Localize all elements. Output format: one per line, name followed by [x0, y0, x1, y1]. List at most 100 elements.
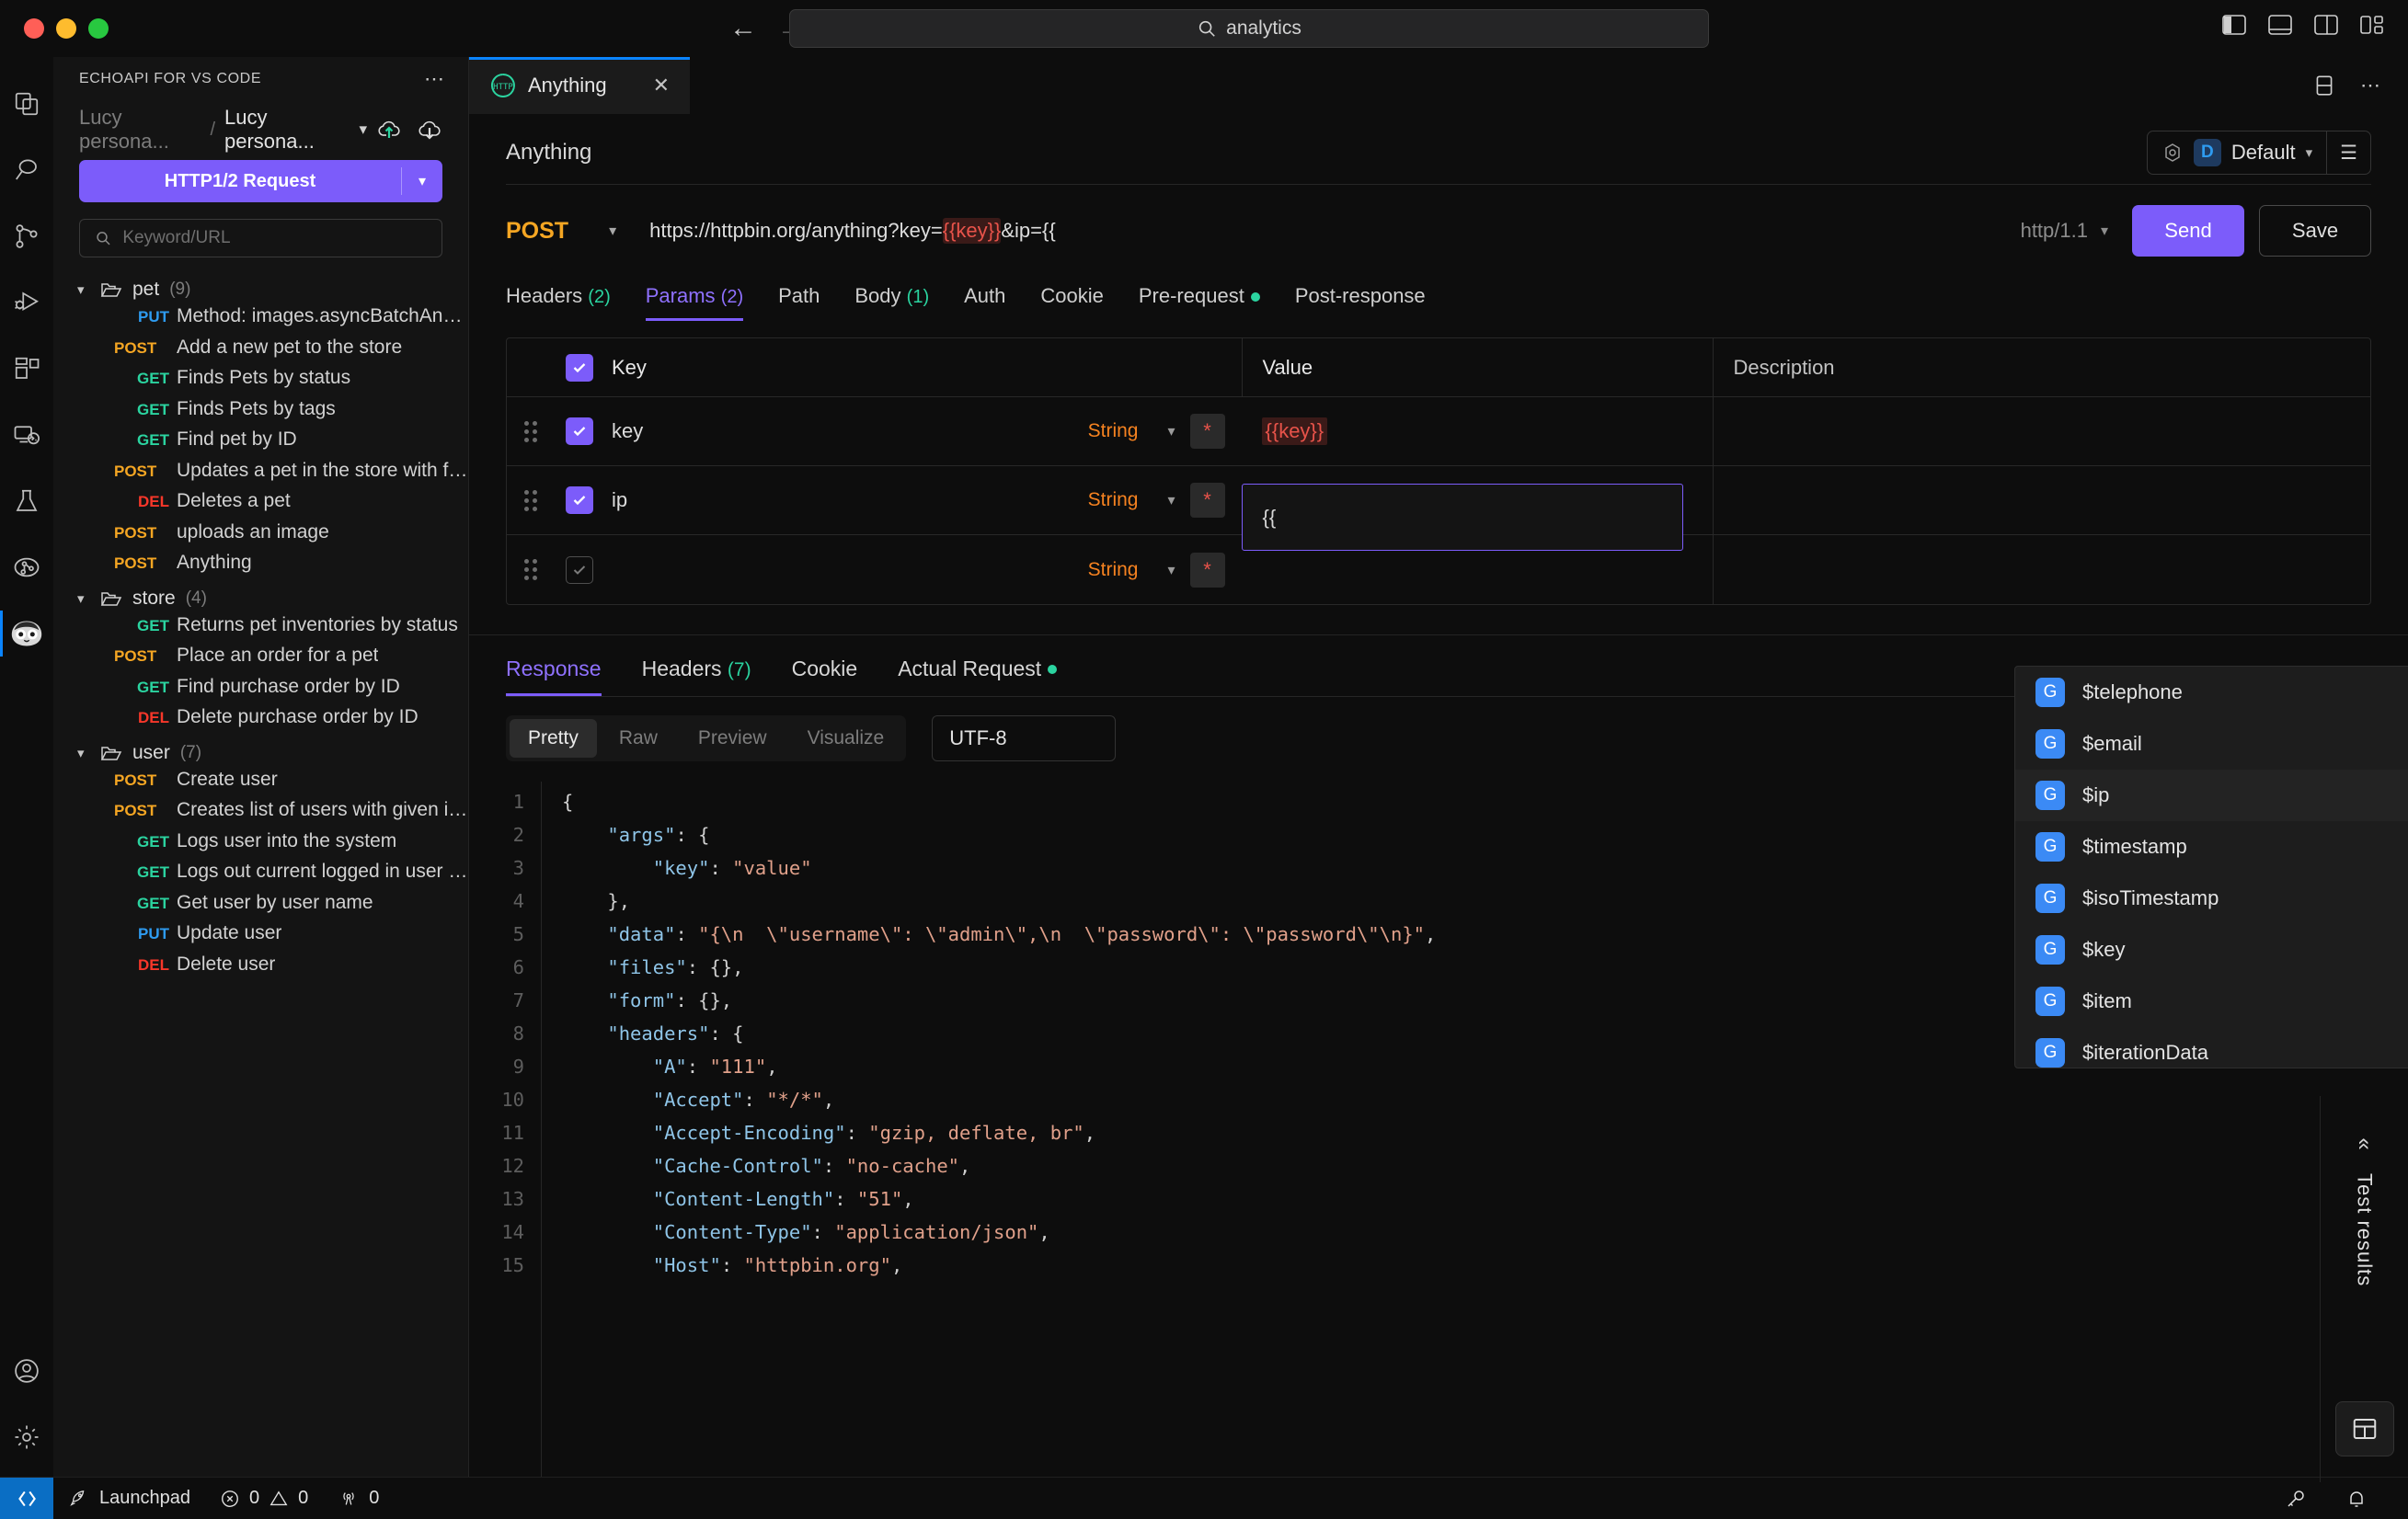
- request-item[interactable]: PUT Update user: [53, 922, 468, 954]
- variable-autocomplete-popup[interactable]: G $telephone G $email G $ip G $timestamp G $isoTi…: [2014, 666, 2408, 1068]
- request-item[interactable]: GET Find pet by ID: [53, 428, 468, 460]
- request-item[interactable]: DEL Delete purchase order by ID: [53, 706, 468, 737]
- remote-explorer-icon[interactable]: [0, 408, 53, 462]
- request-tab-path[interactable]: Path: [778, 284, 820, 321]
- request-item[interactable]: GET Logs out current logged in user sessi…: [53, 861, 468, 892]
- tab-anything[interactable]: HTTP Anything ✕: [469, 57, 690, 114]
- method-selector[interactable]: POST ▾: [506, 218, 629, 245]
- request-item[interactable]: GET Finds Pets by tags: [53, 398, 468, 429]
- environment-selector[interactable]: D Default ▾ ☰: [2146, 131, 2371, 175]
- more-actions-icon[interactable]: ⋯: [2360, 75, 2382, 96]
- explorer-icon[interactable]: [0, 77, 53, 131]
- view-mode-visualize[interactable]: Visualize: [789, 719, 903, 758]
- close-icon[interactable]: ✕: [653, 74, 670, 97]
- param-key[interactable]: ip: [604, 488, 627, 512]
- autocomplete-item[interactable]: G $item: [2015, 976, 2408, 1027]
- bell-icon[interactable]: [2331, 1478, 2382, 1519]
- request-tab-auth[interactable]: Auth: [964, 284, 1005, 321]
- breadcrumb-parent[interactable]: Lucy persona...: [79, 106, 201, 154]
- request-item[interactable]: DEL Delete user: [53, 954, 468, 985]
- save-button[interactable]: Save: [2259, 205, 2371, 257]
- request-item[interactable]: POST Anything: [53, 552, 468, 583]
- chevron-down-icon[interactable]: ▾: [2306, 144, 2313, 161]
- param-required-toggle[interactable]: *: [1189, 483, 1225, 518]
- request-item[interactable]: POST uploads an image: [53, 521, 468, 553]
- extensions-icon[interactable]: [0, 342, 53, 395]
- request-item[interactable]: GET Get user by user name: [53, 892, 468, 923]
- chevron-down-icon[interactable]: ▾: [2101, 222, 2108, 240]
- source-control-icon[interactable]: [0, 210, 53, 263]
- split-editor-icon[interactable]: [2312, 74, 2336, 97]
- view-mode-preview[interactable]: Preview: [680, 719, 785, 758]
- minimize-window-button[interactable]: [56, 18, 76, 39]
- new-http-request-button[interactable]: HTTP1/2 Request ▾: [79, 160, 442, 202]
- request-tab-cookie[interactable]: Cookie: [1040, 284, 1103, 321]
- chevron-down-icon[interactable]: ▾: [1167, 422, 1175, 440]
- customize-layout-icon[interactable]: [2358, 13, 2386, 37]
- drag-handle-icon[interactable]: [524, 489, 537, 511]
- request-item[interactable]: POST Updates a pet in the store with form…: [53, 460, 468, 491]
- drag-handle-icon[interactable]: [524, 559, 537, 580]
- request-item[interactable]: POST Creates list of users with given inp…: [53, 799, 468, 830]
- chevrons-collapse-icon[interactable]: «: [2351, 1137, 2377, 1149]
- testing-icon[interactable]: [0, 474, 53, 528]
- autocomplete-item[interactable]: G $ip: [2015, 770, 2408, 821]
- response-tab-headers[interactable]: Headers (7): [642, 657, 751, 696]
- remote-window-icon[interactable]: [0, 1477, 53, 1519]
- echoapi-owl-icon[interactable]: [0, 607, 53, 660]
- sidebar-search[interactable]: [79, 219, 442, 257]
- autocomplete-item[interactable]: G $timestamp: [2015, 821, 2408, 873]
- maximize-window-button[interactable]: [88, 18, 109, 39]
- request-tab-post-response[interactable]: Post-response: [1295, 284, 1426, 321]
- request-item[interactable]: GET Finds Pets by status: [53, 367, 468, 398]
- test-results-label[interactable]: Test results: [2353, 1173, 2377, 1286]
- param-value-input-active[interactable]: {{: [1241, 484, 1683, 551]
- request-item[interactable]: PUT Method: images.asyncBatchAnnotate: [53, 305, 468, 337]
- request-item[interactable]: POST Create user: [53, 769, 468, 800]
- cloud-upload-icon[interactable]: [376, 119, 402, 141]
- response-tab-cookie[interactable]: Cookie: [792, 657, 858, 696]
- folder-store[interactable]: ▾ store (4): [53, 583, 468, 614]
- search-icon[interactable]: [0, 143, 53, 197]
- send-button[interactable]: Send: [2132, 205, 2244, 257]
- param-required-toggle[interactable]: *: [1189, 414, 1225, 449]
- param-value[interactable]: {{key}}: [1261, 417, 1328, 445]
- chevron-down-icon[interactable]: ▾: [402, 172, 442, 190]
- request-tab-body[interactable]: Body (1): [854, 284, 929, 321]
- more-actions-icon[interactable]: ⋯: [424, 69, 446, 89]
- url-input[interactable]: https://httpbin.org/anything?key= {{key}}…: [629, 218, 2020, 244]
- key-icon[interactable]: [2270, 1478, 2322, 1519]
- response-tab-actual-request[interactable]: Actual Request: [898, 657, 1058, 696]
- search-input[interactable]: [122, 228, 427, 248]
- param-enabled-checkbox[interactable]: [566, 417, 593, 445]
- request-item[interactable]: GET Logs user into the system: [53, 830, 468, 862]
- request-tab-params[interactable]: Params (2): [645, 284, 744, 321]
- breadcrumb-current[interactable]: Lucy persona...: [224, 106, 346, 154]
- toggle-primary-sidebar-icon[interactable]: [2220, 13, 2248, 37]
- param-required-toggle[interactable]: *: [1189, 552, 1225, 588]
- autocomplete-item[interactable]: G $iterationData: [2015, 1027, 2408, 1068]
- folder-user[interactable]: ▾ user (7): [53, 737, 468, 769]
- param-key[interactable]: key: [604, 419, 643, 443]
- autocomplete-item[interactable]: G $key: [2015, 924, 2408, 976]
- view-mode-pretty[interactable]: Pretty: [510, 719, 597, 758]
- problems-status-item[interactable]: 0 0: [205, 1478, 323, 1519]
- autocomplete-item[interactable]: G $email: [2015, 718, 2408, 770]
- panel-layout-icon[interactable]: [2334, 1401, 2394, 1456]
- chevron-down-icon[interactable]: ▾: [609, 222, 616, 240]
- request-tab-headers[interactable]: Headers (2): [506, 284, 611, 321]
- select-all-checkbox[interactable]: [566, 353, 593, 382]
- request-item[interactable]: POST Add a new pet to the store: [53, 337, 468, 368]
- ports-status-item[interactable]: 0: [323, 1478, 394, 1519]
- request-item[interactable]: DEL Deletes a pet: [53, 490, 468, 521]
- launchpad-status-item[interactable]: Launchpad: [53, 1478, 205, 1519]
- param-type[interactable]: String: [1088, 420, 1139, 442]
- param-type[interactable]: String: [1088, 489, 1139, 511]
- chevron-down-icon[interactable]: ▾: [1167, 491, 1175, 509]
- settings-gear-icon[interactable]: [0, 1410, 53, 1464]
- param-type[interactable]: String: [1088, 559, 1139, 581]
- drag-handle-icon[interactable]: [524, 420, 537, 442]
- arrow-left-icon[interactable]: ←: [729, 15, 757, 42]
- request-tab-pre-request[interactable]: Pre-request: [1139, 284, 1260, 321]
- encoding-selector[interactable]: UTF-8: [932, 715, 1117, 761]
